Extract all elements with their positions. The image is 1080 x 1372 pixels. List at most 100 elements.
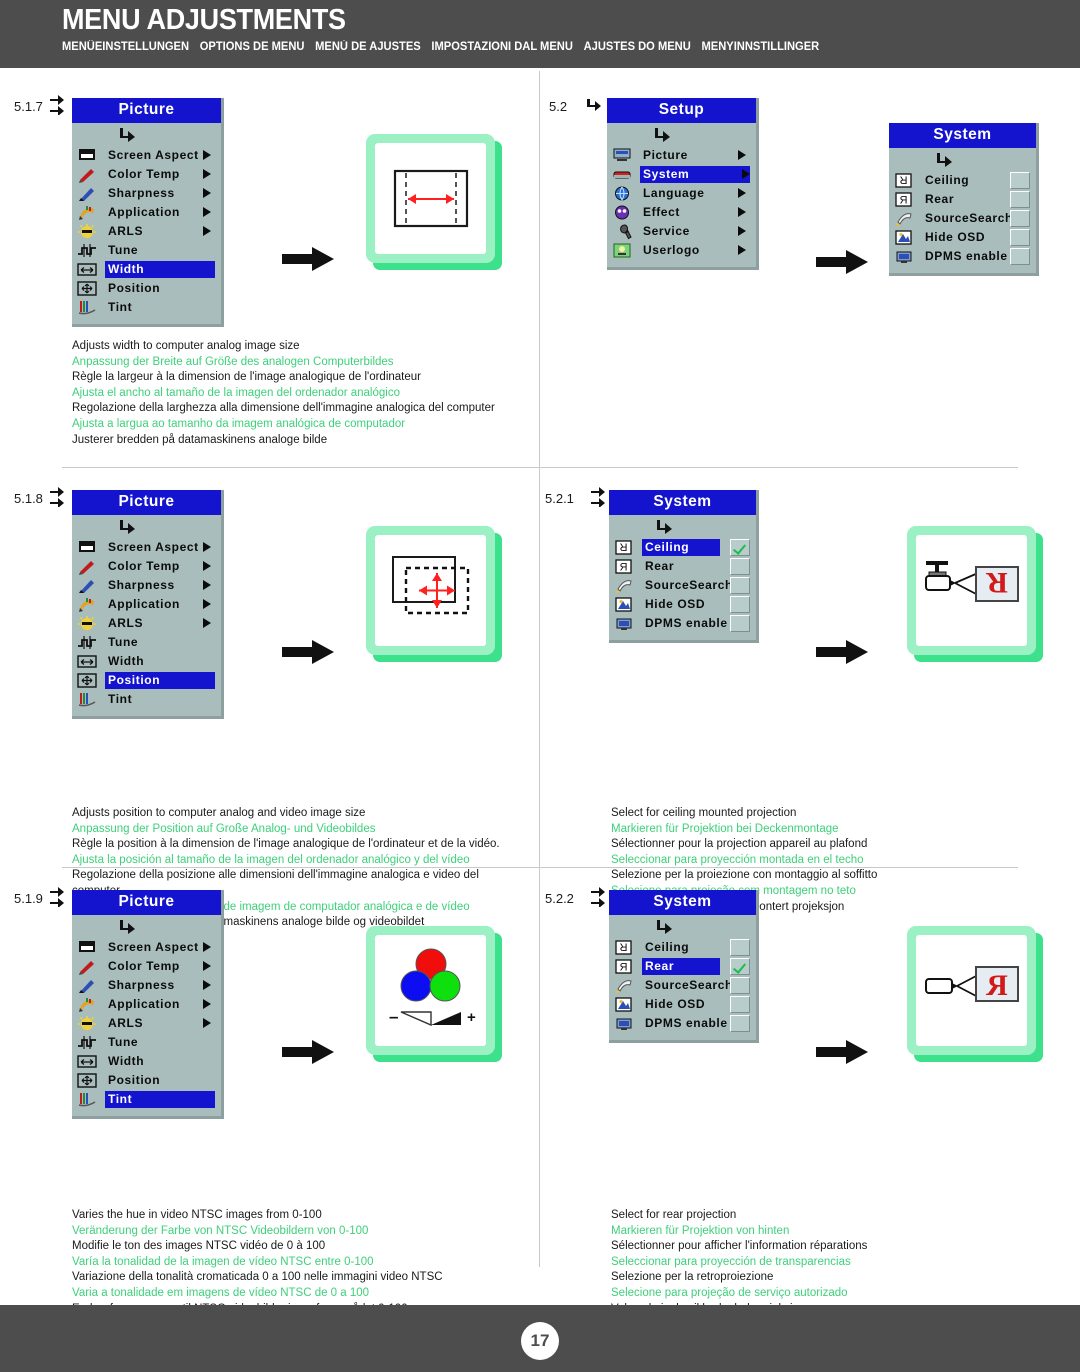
osd-menu-system[interactable]: System R Ceiling R Rear SourceSearch Hid… [609, 890, 759, 1043]
sharpness-icon [77, 185, 97, 202]
checkbox[interactable] [730, 996, 750, 1013]
osd-back-row[interactable] [609, 915, 756, 938]
chevron-right-icon [738, 245, 746, 255]
osd-item-tint[interactable]: Tint [72, 1090, 221, 1109]
osd-item-sourcesearch[interactable]: SourceSearch [609, 576, 756, 595]
osd-item-hide-osd[interactable]: Hide OSD [609, 595, 756, 614]
osd-item-tune[interactable]: Tune [72, 1033, 221, 1052]
osd-item-userlogo[interactable]: Userlogo [607, 241, 756, 260]
osd-item-sourcesearch[interactable]: SourceSearch [889, 209, 1036, 228]
osd-item-picture[interactable]: Picture [607, 146, 756, 165]
osd-item-application[interactable]: Application [72, 995, 221, 1014]
checkbox[interactable] [730, 1015, 750, 1032]
checkbox[interactable] [1010, 191, 1030, 208]
osd-item-rear[interactable]: R Rear [609, 957, 756, 976]
checkbox[interactable] [730, 539, 750, 556]
checkbox[interactable] [730, 558, 750, 575]
flow-arrow-icon [816, 639, 868, 665]
osd-back-row[interactable] [72, 123, 221, 146]
checkbox[interactable] [730, 958, 750, 975]
osd-item-position[interactable]: Position [72, 279, 221, 298]
rear-icon: R [614, 558, 634, 575]
desc-line-es: Varía la tonalidad de la imagen de vídeo… [72, 1255, 374, 1268]
osd-item-label: Application [108, 997, 180, 1011]
osd-menu-picture[interactable]: Picture Screen Aspect Color Temp Sharpne… [72, 890, 224, 1119]
osd-item-width[interactable]: Width [72, 652, 221, 671]
section-5-1-8: 5.1.8 Picture Screen Aspect Color Temp S… [0, 467, 539, 928]
page-title: MENU ADJUSTMENTS [62, 4, 346, 36]
osd-item-system[interactable]: System [607, 165, 756, 184]
osd-back-row[interactable] [609, 515, 756, 538]
osd-item-screen-aspect[interactable]: Screen Aspect [72, 146, 221, 165]
osd-item-screen-aspect[interactable]: Screen Aspect [72, 538, 221, 557]
osd-item-arls[interactable]: ARLS [72, 222, 221, 241]
checkbox[interactable] [730, 596, 750, 613]
osd-item-dpms-enable[interactable]: DPMS enable [609, 1014, 756, 1033]
osd-back-row[interactable] [889, 148, 1036, 171]
chevron-right-icon [738, 188, 746, 198]
arls-icon [77, 223, 97, 240]
osd-item-color-temp[interactable]: Color Temp [72, 557, 221, 576]
section-5-2: 5.2 Setup Picture System Language Effect… [539, 71, 1080, 467]
osd-item-arls[interactable]: ARLS [72, 614, 221, 633]
desc-line-fr: Modifie le ton des images NTSC vidéo de … [72, 1240, 326, 1253]
desc-line-de: Anpassung der Breite auf Größe des analo… [72, 355, 394, 368]
osd-item-hide-osd[interactable]: Hide OSD [609, 995, 756, 1014]
osd-item-label: Width [108, 1054, 145, 1068]
osd-item-position[interactable]: Position [72, 671, 221, 690]
osd-back-row[interactable] [72, 915, 221, 938]
osd-item-ceiling[interactable]: R Ceiling [609, 538, 756, 557]
osd-item-dpms-enable[interactable]: DPMS enable [609, 614, 756, 633]
osd-item-dpms-enable[interactable]: DPMS enable [889, 247, 1036, 266]
osd-menu-system-result[interactable]: System R Ceiling R Rear SourceSearch Hid… [889, 123, 1039, 276]
return-arrow-icon [48, 885, 65, 908]
desc-line-no: Justerer bredden på datamaskinens analog… [72, 433, 328, 446]
osd-item-tune[interactable]: Tune [72, 633, 221, 652]
application-icon [77, 596, 97, 613]
checkbox[interactable] [730, 577, 750, 594]
osd-item-sharpness[interactable]: Sharpness [72, 184, 221, 203]
osd-title: System [889, 123, 1036, 148]
checkbox[interactable] [1010, 210, 1030, 227]
osd-item-tune[interactable]: Tune [72, 241, 221, 260]
osd-item-sourcesearch[interactable]: SourceSearch [609, 976, 756, 995]
checkbox[interactable] [1010, 172, 1030, 189]
description-block: Varies the hue in video NTSC images from… [72, 1208, 542, 1317]
osd-item-width[interactable]: Width [72, 260, 221, 279]
osd-item-position[interactable]: Position [72, 1071, 221, 1090]
checkbox[interactable] [730, 939, 750, 956]
osd-item-sharpness[interactable]: Sharpness [72, 576, 221, 595]
osd-item-screen-aspect[interactable]: Screen Aspect [72, 938, 221, 957]
sourcesearch-icon [614, 977, 634, 994]
checkbox[interactable] [730, 977, 750, 994]
osd-item-rear[interactable]: R Rear [889, 190, 1036, 209]
osd-item-effect[interactable]: Effect [607, 203, 756, 222]
osd-item-color-temp[interactable]: Color Temp [72, 165, 221, 184]
osd-item-tint[interactable]: Tint [72, 690, 221, 709]
desc-line-de: Anpassung der Position auf Große Analog-… [72, 822, 376, 835]
osd-item-ceiling[interactable]: R Ceiling [889, 171, 1036, 190]
osd-menu-system[interactable]: System R Ceiling R Rear SourceSearch Hid… [609, 490, 759, 643]
tint-icon [77, 1091, 97, 1108]
osd-menu-picture[interactable]: Picture Screen Aspect Color Temp Sharpne… [72, 98, 224, 327]
osd-item-width[interactable]: Width [72, 1052, 221, 1071]
osd-item-language[interactable]: Language [607, 184, 756, 203]
osd-item-tint[interactable]: Tint [72, 298, 221, 317]
osd-back-row[interactable] [72, 515, 221, 538]
osd-item-application[interactable]: Application [72, 203, 221, 222]
osd-menu-setup[interactable]: Setup Picture System Language Effect Ser… [607, 98, 759, 270]
osd-item-label: Position [108, 281, 161, 295]
osd-menu-picture[interactable]: Picture Screen Aspect Color Temp Sharpne… [72, 490, 224, 719]
osd-item-arls[interactable]: ARLS [72, 1014, 221, 1033]
osd-item-sharpness[interactable]: Sharpness [72, 976, 221, 995]
checkbox[interactable] [1010, 229, 1030, 246]
osd-item-ceiling[interactable]: R Ceiling [609, 938, 756, 957]
osd-item-rear[interactable]: R Rear [609, 557, 756, 576]
checkbox[interactable] [1010, 248, 1030, 265]
osd-item-application[interactable]: Application [72, 595, 221, 614]
osd-back-row[interactable] [607, 123, 756, 146]
checkbox[interactable] [730, 615, 750, 632]
osd-item-service[interactable]: Service [607, 222, 756, 241]
osd-item-color-temp[interactable]: Color Temp [72, 957, 221, 976]
osd-item-hide-osd[interactable]: Hide OSD [889, 228, 1036, 247]
